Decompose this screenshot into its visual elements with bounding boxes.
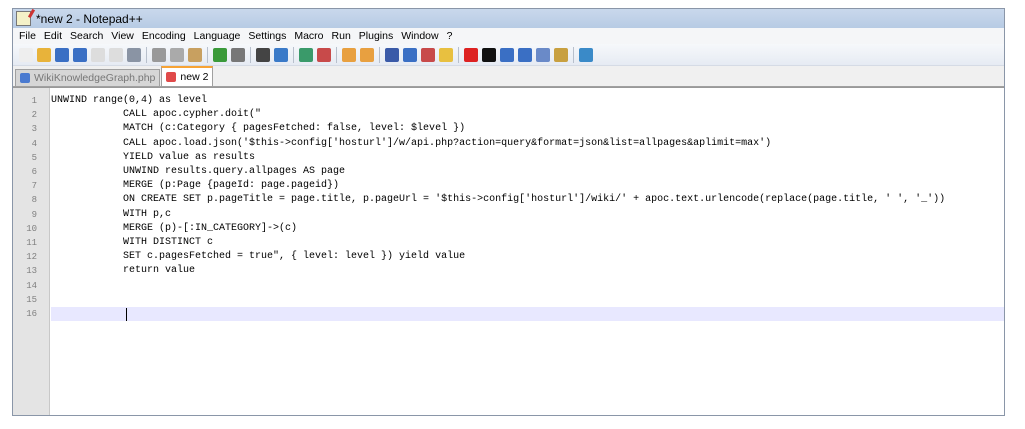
code-line[interactable]: [51, 279, 1004, 293]
line-number: 11: [26, 238, 37, 248]
code-line[interactable]: WITH p,c: [51, 208, 1004, 222]
paste-icon[interactable]: [188, 47, 202, 62]
line-number: 6: [31, 167, 37, 177]
menu-encoding[interactable]: Encoding: [138, 30, 190, 42]
title-bar: *new 2 - Notepad++: [13, 9, 1004, 28]
new-file-icon[interactable]: [19, 47, 33, 62]
open-file-icon[interactable]: [37, 47, 51, 62]
line-number: 13: [26, 266, 37, 277]
tab-new-2[interactable]: new 2: [161, 66, 214, 86]
line-number: 14: [26, 280, 37, 291]
text-caret: [126, 308, 127, 321]
find-icon[interactable]: [256, 47, 270, 62]
code-line[interactable]: return value: [51, 264, 1004, 278]
print-icon[interactable]: [127, 47, 141, 62]
close-all-icon[interactable]: [109, 47, 123, 62]
line-number: 16: [26, 309, 37, 319]
zoom-in-icon[interactable]: [299, 47, 313, 62]
code-line[interactable]: [51, 307, 1004, 322]
menu-macro[interactable]: Macro: [290, 30, 327, 42]
record-macro-icon[interactable]: [464, 47, 478, 62]
menu-search[interactable]: Search: [66, 30, 107, 42]
menu-file[interactable]: File: [15, 30, 40, 42]
line-number: 1: [31, 96, 37, 106]
line-number: 10: [26, 223, 37, 234]
tab-bar: WikiKnowledgeGraph.php new 2: [13, 66, 1004, 87]
indent-guide-icon[interactable]: [421, 47, 435, 62]
cut-icon[interactable]: [152, 47, 166, 62]
code-line[interactable]: MERGE (p:Page {pageId: page.pageid}): [51, 179, 1004, 193]
line-number-gutter: 1 2 3 4 5 6 7 8 9 10 11 12 13 14 15 16: [13, 88, 50, 415]
menu-language[interactable]: Language: [190, 30, 245, 42]
toolbar-separator: [293, 46, 294, 63]
stop-record-icon[interactable]: [482, 47, 496, 62]
line-number: 3: [31, 124, 37, 135]
menu-settings[interactable]: Settings: [244, 30, 290, 42]
code-line[interactable]: [51, 293, 1004, 307]
replace-icon[interactable]: [274, 47, 288, 62]
code-line[interactable]: CALL apoc.cypher.doit(": [51, 108, 1004, 122]
code-line[interactable]: MERGE (p)-[:IN_CATEGORY]->(c): [51, 222, 1004, 236]
save-all-icon[interactable]: [73, 47, 87, 62]
run-macro-multiple-icon[interactable]: [518, 47, 532, 62]
toolbar-separator: [573, 46, 574, 63]
line-number: 2: [31, 110, 37, 121]
folder-as-workspace-icon[interactable]: [554, 47, 568, 62]
tab-label[interactable]: WikiKnowledgeGraph.php: [34, 72, 155, 84]
menu-edit[interactable]: Edit: [40, 30, 66, 42]
code-line[interactable]: CALL apoc.load.json('$this->config['host…: [51, 137, 1004, 151]
redo-icon[interactable]: [231, 47, 245, 62]
toolbar-separator: [207, 46, 208, 63]
save-macro-icon[interactable]: [536, 47, 550, 62]
toolbar-separator: [336, 46, 337, 63]
sync-vertical-icon[interactable]: [342, 47, 356, 62]
menu-bar: File Edit Search View Encoding Language Settin…: [13, 28, 1004, 44]
toolbar: [13, 44, 1004, 66]
code-line[interactable]: YIELD value as results: [51, 151, 1004, 165]
close-icon[interactable]: [91, 47, 105, 62]
play-macro-icon[interactable]: [500, 47, 514, 62]
menu-window[interactable]: Window: [397, 30, 442, 42]
user-lang-icon[interactable]: [439, 47, 453, 62]
toolbar-separator: [458, 46, 459, 63]
window-title: *new 2 - Notepad++: [36, 11, 143, 26]
menu-help[interactable]: ?: [443, 30, 457, 42]
tab-label[interactable]: new 2: [180, 71, 208, 83]
toolbar-separator: [146, 46, 147, 63]
toolbar-separator: [250, 46, 251, 63]
zoom-out-icon[interactable]: [317, 47, 331, 62]
spell-check-icon[interactable]: [579, 47, 593, 62]
sync-horizontal-icon[interactable]: [360, 47, 374, 62]
file-icon: [166, 72, 177, 82]
line-number: 4: [31, 138, 37, 149]
undo-icon[interactable]: [213, 47, 227, 62]
notepad-app-icon: [16, 11, 31, 26]
menu-plugins[interactable]: Plugins: [355, 30, 397, 42]
code-line[interactable]: UNWIND results.query.allpages AS page: [51, 165, 1004, 179]
show-all-chars-icon[interactable]: [403, 47, 417, 62]
line-number: 12: [26, 252, 37, 263]
word-wrap-icon[interactable]: [385, 47, 399, 62]
toolbar-separator: [379, 46, 380, 63]
code-line[interactable]: SET c.pagesFetched = true", { level: lev…: [51, 250, 1004, 264]
line-number: 5: [31, 152, 37, 163]
code-line[interactable]: MATCH (c:Category { pagesFetched: false,…: [51, 122, 1004, 136]
notepadpp-window: *new 2 - Notepad++ File Edit Search View Enc…: [12, 8, 1005, 416]
file-icon: [20, 73, 30, 83]
line-number: 7: [31, 181, 37, 192]
code-line[interactable]: WITH DISTINCT c: [51, 236, 1004, 250]
line-number: 9: [31, 209, 37, 220]
save-icon[interactable]: [55, 47, 69, 62]
menu-run[interactable]: Run: [328, 30, 355, 42]
copy-icon[interactable]: [170, 47, 184, 62]
tab-wikiknowledgegraph[interactable]: WikiKnowledgeGraph.php: [15, 69, 161, 86]
code-line[interactable]: ON CREATE SET p.pageTitle = page.title, …: [51, 193, 1004, 207]
menu-view[interactable]: View: [107, 30, 138, 42]
code-line[interactable]: UNWIND range(0,4) as level: [51, 94, 1004, 108]
editor[interactable]: 1 2 3 4 5 6 7 8 9 10 11 12 13 14 15 16 UNWIND range(0,4…: [13, 87, 1004, 415]
line-number: 8: [31, 195, 37, 206]
line-number: 15: [26, 294, 37, 305]
